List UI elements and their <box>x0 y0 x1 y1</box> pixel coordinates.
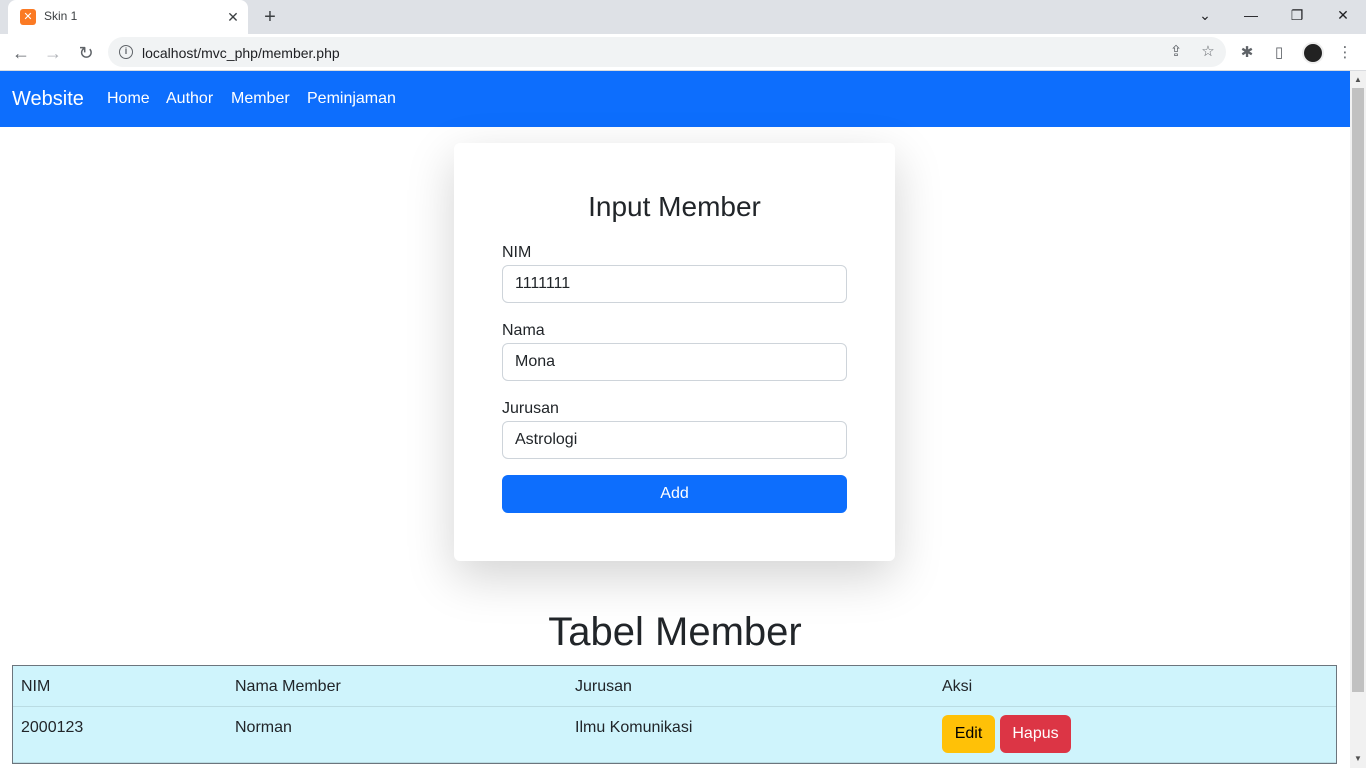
nama-label: Nama <box>502 322 545 339</box>
scroll-up-icon[interactable]: ▲ <box>1350 73 1366 87</box>
site-navbar: Website Home Author Member Peminjaman <box>0 71 1350 127</box>
browser-tab-strip: ✕ Skin 1 ✕ + ⌄ — ❐ ✕ <box>0 0 1366 34</box>
scroll-down-icon[interactable]: ▼ <box>1350 752 1366 766</box>
xampp-icon: ✕ <box>20 9 36 25</box>
table-header-row: NIM Nama Member Jurusan Aksi <box>13 666 1336 707</box>
delete-button[interactable]: Hapus <box>1000 715 1071 753</box>
address-bar[interactable]: i localhost/mvc_php/member.php ⇪ ☆ <box>108 37 1226 67</box>
nim-label: NIM <box>502 244 532 261</box>
nama-input[interactable] <box>502 343 847 381</box>
extensions-icon[interactable]: ✱ <box>1236 42 1258 64</box>
nim-input[interactable] <box>502 265 847 303</box>
scrollbar-thumb[interactable] <box>1352 88 1364 692</box>
jurusan-label: Jurusan <box>502 400 559 417</box>
site-info-icon[interactable]: i <box>119 45 133 59</box>
nav-link-home[interactable]: Home <box>107 90 150 108</box>
restore-icon[interactable]: ❐ <box>1274 0 1320 30</box>
header-nama-member: Nama Member <box>235 678 341 695</box>
forward-icon[interactable]: → <box>40 40 66 66</box>
cell-nama: Norman <box>235 719 292 736</box>
window-close-icon[interactable]: ✕ <box>1320 0 1366 30</box>
nav-link-author[interactable]: Author <box>166 90 213 108</box>
cell-jurusan: Ilmu Komunikasi <box>575 719 693 736</box>
browser-menu-icon[interactable]: ⋮ <box>1334 42 1356 64</box>
header-nim: NIM <box>21 678 51 695</box>
tab-title: Skin 1 <box>44 9 78 23</box>
cell-nim: 2000123 <box>21 719 84 736</box>
browser-tab[interactable]: ✕ Skin 1 ✕ <box>8 0 248 34</box>
table-row: 2000123 Norman Ilmu Komunikasi Edit Hapu… <box>13 707 1336 763</box>
url-text[interactable]: localhost/mvc_php/member.php <box>142 45 340 61</box>
form-title: Input Member <box>588 191 761 222</box>
jurusan-input[interactable] <box>502 421 847 459</box>
nav-link-peminjaman[interactable]: Peminjaman <box>307 90 396 108</box>
side-panel-icon[interactable]: ▯ <box>1268 42 1290 64</box>
navbar-brand[interactable]: Website <box>12 88 84 111</box>
back-icon[interactable]: ← <box>8 40 34 66</box>
header-jurusan: Jurusan <box>575 678 632 695</box>
minimize-icon[interactable]: — <box>1228 0 1274 30</box>
member-table: NIM Nama Member Jurusan Aksi 2000123 Nor… <box>12 665 1337 764</box>
header-aksi: Aksi <box>942 678 973 695</box>
edit-button[interactable]: Edit <box>942 715 995 753</box>
bookmark-star-icon[interactable]: ☆ <box>1198 42 1218 62</box>
profile-avatar[interactable] <box>1302 42 1324 64</box>
tab-close-icon[interactable]: ✕ <box>224 8 242 26</box>
nav-link-member[interactable]: Member <box>231 90 290 108</box>
table-title: Tabel Member <box>548 610 802 654</box>
browser-toolbar: ← → ↻ i localhost/mvc_php/member.php ⇪ ☆… <box>0 34 1366 71</box>
tab-search-icon[interactable]: ⌄ <box>1182 0 1228 30</box>
reload-icon[interactable]: ↻ <box>73 40 99 66</box>
new-tab-icon[interactable]: + <box>259 6 281 28</box>
add-button[interactable]: Add <box>502 475 847 513</box>
share-icon[interactable]: ⇪ <box>1166 42 1186 62</box>
input-member-card: Input Member NIM Nama Jurusan Add <box>454 143 895 561</box>
page-scrollbar[interactable]: ▲ ▼ <box>1350 71 1366 768</box>
